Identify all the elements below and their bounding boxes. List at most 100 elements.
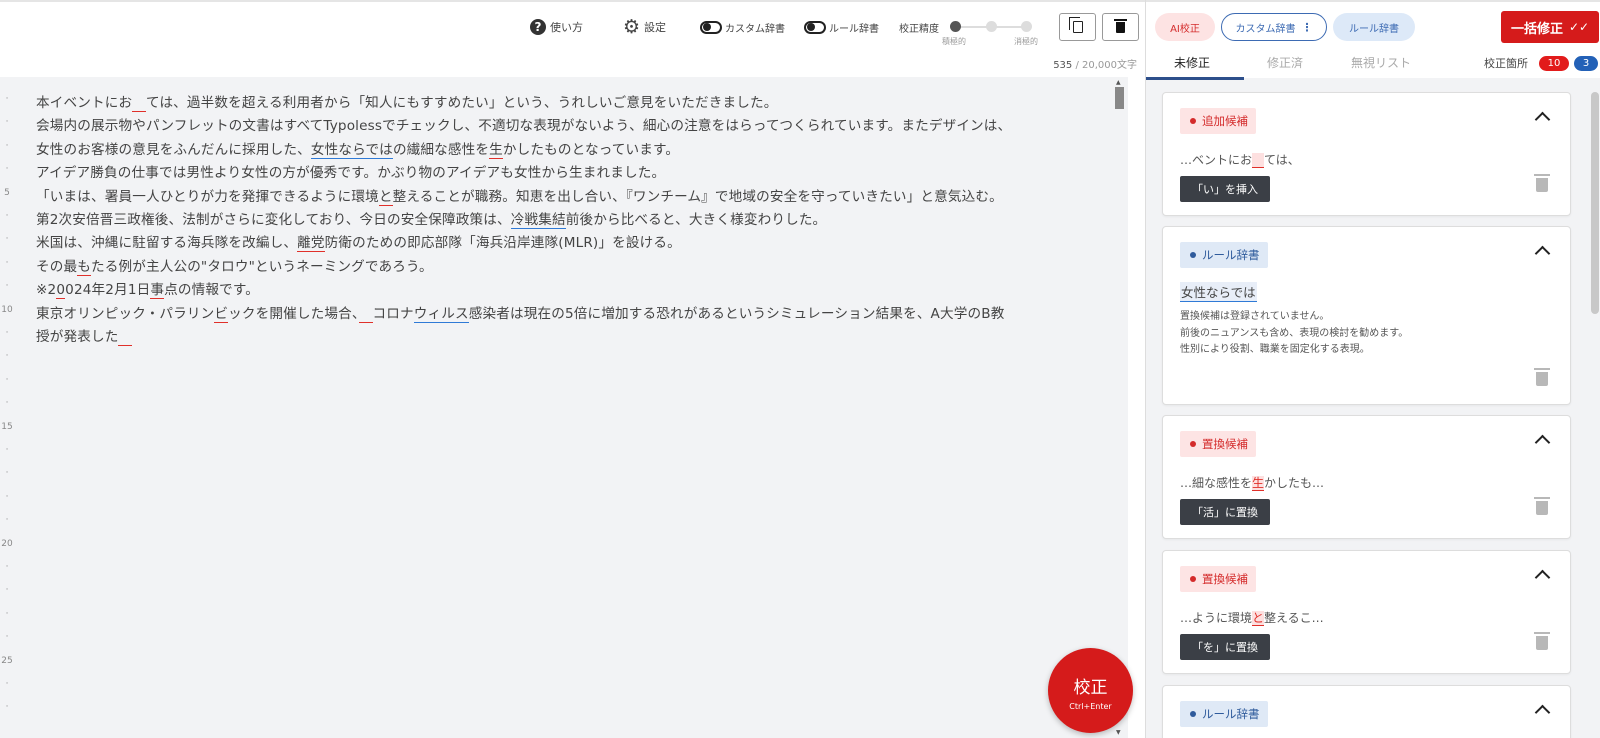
text-segment: 024年2月1日 (65, 282, 151, 299)
text-segment: ては、過半数を超える利用者から「知人にもすすめたい」という、うれしいご意見をいた… (145, 95, 778, 111)
rule-dict-toggle[interactable]: ルール辞書 (804, 16, 879, 38)
more-options-icon[interactable]: ⋮ (1302, 21, 1313, 34)
flagged-text-error[interactable]: 事 (150, 282, 165, 300)
editor-line[interactable]: 10 東京オリンピック・パラリンビックを開催した場合、 コロナウィルス感染者は現在… (0, 300, 1115, 323)
editor-line[interactable]: · その最もたる例が主人公の"タロウ"というネーミングであろう。 (0, 253, 1115, 276)
suggestion-card[interactable]: 置換候補 …ように環境と整えるこ… 「を」に置換 (1162, 550, 1571, 674)
snippet-after: 整えるこ… (1264, 611, 1324, 625)
fix-all-label: 一括修正 (1510, 21, 1563, 37)
chevron-up-icon[interactable] (1534, 569, 1551, 586)
editor-line[interactable]: · (0, 393, 1115, 416)
flagged-text-rule[interactable]: 女性ならでは (310, 141, 393, 159)
text-segment: 防衛のための即応部隊「海兵沿岸連隊(MLR)」を設ける。 (324, 235, 681, 252)
text-editor[interactable]: · 本イベントにお ては、過半数を超える利用者から「知人にもすすめたい」という、う… (0, 77, 1128, 738)
editor-line[interactable]: · (0, 510, 1115, 533)
trash-icon[interactable] (1534, 174, 1550, 192)
line-number: · (5, 491, 9, 502)
editor-line[interactable]: 5 「いまは、署員一人ひとりが力を発揮できるように環境と整えることが職務。知恵を出… (0, 183, 1115, 206)
editor-scroll-thumb[interactable] (1115, 87, 1124, 109)
editor-line[interactable]: · 本イベントにお ては、過半数を超える利用者から「知人にもすすめたい」という、う… (0, 89, 1115, 112)
accuracy-slider-handle[interactable] (950, 21, 961, 32)
apply-suggestion-button[interactable]: 「を」に置換 (1180, 634, 1270, 660)
flagged-text-rule[interactable]: 冷戦集結 (510, 212, 566, 229)
flagged-text-error[interactable] (118, 329, 133, 346)
editor-line[interactable]: · (0, 440, 1115, 463)
flagged-text-rule[interactable]: ウィルス (413, 305, 469, 323)
editor-line[interactable]: 15 (0, 417, 1115, 440)
custom-dict-label: カスタム辞書 (725, 23, 785, 35)
flagged-text-error[interactable]: 0 (56, 282, 66, 300)
flagged-text-error[interactable]: 離党 (297, 235, 325, 253)
apply-suggestion-button[interactable]: 「い」を挿入 (1180, 176, 1270, 202)
editor-scrollbar[interactable]: ▲ ▼ (1112, 77, 1128, 738)
accuracy-high-label: 消極的 (1014, 37, 1038, 46)
editor-line[interactable]: · (0, 346, 1115, 369)
editor-line[interactable]: · (0, 627, 1115, 650)
scroll-up-icon[interactable]: ▲ (1116, 79, 1121, 86)
editor-line[interactable]: 20 (0, 534, 1115, 557)
suggestion-card[interactable]: 置換候補 …細な感性を生かしたも… 「活」に置換 (1162, 415, 1571, 539)
copy-button[interactable] (1059, 13, 1096, 41)
flagged-text-error[interactable]: 生 (489, 141, 503, 159)
editor-line[interactable]: · (0, 370, 1115, 393)
char-counter: 535 / 20,000文字 (1053, 56, 1137, 71)
proofread-panel: AI校正 カスタム辞書 ⋮ ルール辞書 一括修正 ✓✓ 未修正 修正済 無視リス… (1145, 0, 1600, 738)
flagged-text-error[interactable]: ビ (214, 305, 229, 323)
editor-line[interactable]: · (0, 463, 1115, 486)
tab-ignore-list[interactable]: 無視リスト (1351, 54, 1411, 71)
editor-line[interactable]: · 米国は、沖縄に駐留する海兵隊を改編し、離党防衛のための即応部隊「海兵沿岸連隊(… (0, 229, 1115, 253)
panel-scroll-thumb[interactable] (1591, 92, 1599, 314)
editor-line-text: 米国は、沖縄に駐留する海兵隊を改編し、離党防衛のための即応部隊「海兵沿岸連隊(M… (36, 231, 681, 253)
scroll-down-icon[interactable]: ▼ (1116, 729, 1121, 736)
editor-line[interactable]: · 会場内の展示物やパンフレットの文書はすべてTypolessでチェックし、不適切… (0, 112, 1115, 135)
settings-button[interactable]: ⚙ 設定 (623, 16, 666, 38)
suggestion-card[interactable]: ルール辞書 女性ならでは 置換候補は登録されていません。 前後のニュアンスも含め… (1162, 226, 1571, 405)
editor-line[interactable]: · (0, 697, 1115, 720)
chevron-up-icon[interactable] (1534, 111, 1551, 128)
suggestion-card[interactable]: ルール辞書 (1162, 685, 1571, 738)
accuracy-step-dot[interactable] (986, 21, 997, 32)
rule-dict-filter[interactable]: ルール辞書 (1333, 13, 1415, 41)
proofread-button[interactable]: 校正 Ctrl+Enter (1048, 648, 1133, 733)
editor-line[interactable]: · アイデア勝負の仕事では男性より女性の方が優秀です。かぶり物のアイデアも女性から… (0, 159, 1115, 182)
chevron-up-icon[interactable] (1534, 704, 1551, 721)
editor-line[interactable]: 25 (0, 651, 1115, 674)
editor-line-text: 授が発表した (36, 325, 133, 346)
editor-line[interactable]: · (0, 604, 1115, 627)
chevron-up-icon[interactable] (1534, 245, 1551, 262)
trash-icon[interactable] (1534, 497, 1550, 515)
trash-icon[interactable] (1534, 368, 1550, 386)
context-snippet: …ように環境と整えるこ… (1180, 609, 1324, 626)
panel-scrollbar[interactable] (1587, 90, 1600, 738)
rule-note-line: 置換候補は登録されていません。 (1180, 311, 1330, 322)
flagged-text-error[interactable]: も (77, 258, 91, 276)
accuracy-step-dot[interactable] (1021, 21, 1032, 32)
flagged-text-error[interactable] (358, 305, 373, 323)
chevron-up-icon[interactable] (1534, 434, 1551, 451)
ai-proofread-filter[interactable]: AI校正 (1155, 13, 1215, 41)
editor-line[interactable]: · (0, 487, 1115, 510)
tab-unfixed[interactable]: 未修正 (1174, 54, 1210, 71)
suggestion-card[interactable]: 追加候補 …ベントにお ては、 「い」を挿入 (1162, 92, 1571, 216)
flagged-text-error[interactable]: と (378, 188, 393, 206)
trash-icon[interactable] (1534, 632, 1550, 650)
editor-line[interactable]: · (0, 580, 1115, 603)
clear-button[interactable] (1102, 13, 1139, 41)
editor-line[interactable]: · (0, 557, 1115, 580)
line-number: · (5, 398, 9, 409)
tab-fixed[interactable]: 修正済 (1267, 54, 1303, 71)
flagged-text-error[interactable] (132, 95, 146, 112)
editor-line[interactable]: · ※20024年2月1日事点の情報です。 (0, 276, 1115, 300)
editor-line[interactable]: · 授が発表した (0, 323, 1115, 346)
editor-line[interactable]: · 女性のお客様の意見をふんだんに採用した、女性ならではの繊細な感性を生かしたもの… (0, 136, 1115, 159)
custom-dict-filter[interactable]: カスタム辞書 ⋮ (1221, 13, 1327, 41)
editor-line[interactable]: · 第2次安倍晋三政権後、法制がさらに変化しており、今日の安全保障政策は、冷戦集結… (0, 206, 1115, 229)
help-button[interactable]: ? 使い方 (530, 16, 583, 38)
apply-suggestion-button[interactable]: 「活」に置換 (1180, 499, 1270, 525)
text-segment: ックを開催した場合、 (228, 305, 359, 322)
snippet-highlight: と (1252, 611, 1265, 626)
custom-dict-toggle[interactable]: カスタム辞書 (700, 16, 785, 38)
editor-line[interactable]: · (0, 674, 1115, 697)
fix-all-button[interactable]: 一括修正 ✓✓ (1501, 11, 1599, 43)
text-segment: 女性のお客様の意見をふんだんに採用した、 (36, 141, 311, 158)
